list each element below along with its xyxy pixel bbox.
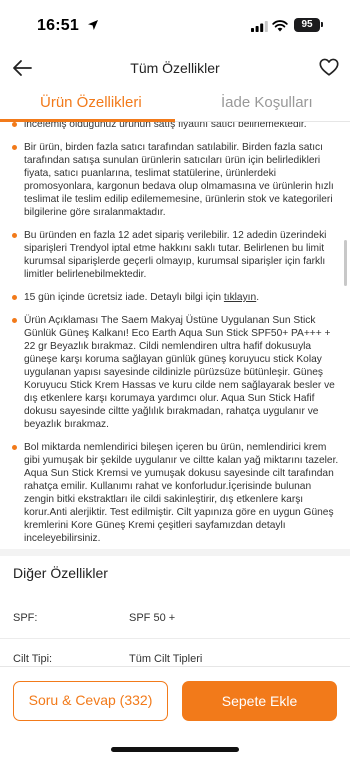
home-indicator[interactable] [111,747,239,752]
bullet-dot [12,233,17,238]
status-bar: 16:51 95 [0,0,350,50]
spec-label: SPF: [13,612,38,624]
bottom-action-bar: Soru & Cevap (332) Sepete Ekle [0,666,350,758]
list-item-text: 15 gün içinde ücretsiz iade. Detaylı bil… [24,292,224,303]
location-arrow-icon [88,20,98,30]
spec-value: Tüm Cilt Tipleri [129,653,203,665]
add-to-cart-button[interactable]: Sepete Ekle [182,681,337,721]
tab-bar: Ürün Özellikleri İade Koşulları [0,88,350,122]
list-item: incelemiş olduğunuz ürünün satış fiyatın… [0,122,350,131]
signal-icon [251,21,268,32]
status-time: 16:51 [37,17,79,34]
list-item-text: Bu üründen en fazla 12 adet sipariş veri… [24,230,327,280]
header: Tüm Özellikler [0,50,350,86]
list-item-text: Bir ürün, birden fazla satıcı tarafından… [24,142,334,218]
features-content[interactable]: incelemiş olduğunuz ürünün satış fiyatın… [0,122,350,666]
list-item-text: Bol miktarda nemlendirici bileşen içeren… [24,442,339,544]
section-divider [0,549,350,556]
other-features-title: Diğer Özellikler [13,565,108,581]
spec-row-spf: SPF: SPF 50 + [0,599,350,639]
bullet-dot [12,318,17,323]
tab-product-features[interactable]: Ürün Özellikleri [40,94,142,111]
spec-row-skin-type: Cilt Tipi: Tüm Cilt Tipleri [0,640,350,666]
page-title: Tüm Özellikler [130,60,220,76]
list-item: Bol miktarda nemlendirici bileşen içeren… [0,441,350,545]
spec-label: Cilt Tipi: [13,653,53,665]
list-item-text-end: . [256,292,260,303]
bullet-dot [12,122,17,127]
list-item: Bir ürün, birden fazla satıcı tarafından… [0,141,350,219]
feature-list: incelemiş olduğunuz ürünün satış fiyatın… [0,122,350,555]
questions-answers-button[interactable]: Soru & Cevap (332) [13,681,168,721]
heart-icon[interactable] [318,56,340,78]
list-item: 15 gün içinde ücretsiz iade. Detaylı bil… [0,291,350,304]
return-info-link[interactable]: tıklayın [224,292,256,303]
bullet-dot [12,295,17,300]
list-item: Ürün Açıklaması The Saem Makyaj Üstüne U… [0,314,350,431]
tab-return-conditions[interactable]: İade Koşulları [221,94,313,111]
list-item-text: Ürün Açıklaması The Saem Makyaj Üstüne U… [24,315,335,430]
spec-value: SPF 50 + [129,612,176,624]
list-item-text: incelemiş olduğunuz ürünün satış fiyatın… [24,122,307,130]
scrollbar[interactable] [344,240,347,286]
bullet-dot [12,145,17,150]
screen: 16:51 95 Tüm Özellikler Ürün Özellikleri [0,0,350,758]
battery-level: 95 [294,18,320,32]
battery-tip [321,22,323,27]
wifi-icon [272,20,288,32]
bullet-dot [12,445,17,450]
list-item: Bu üründen en fazla 12 adet sipariş veri… [0,229,350,281]
